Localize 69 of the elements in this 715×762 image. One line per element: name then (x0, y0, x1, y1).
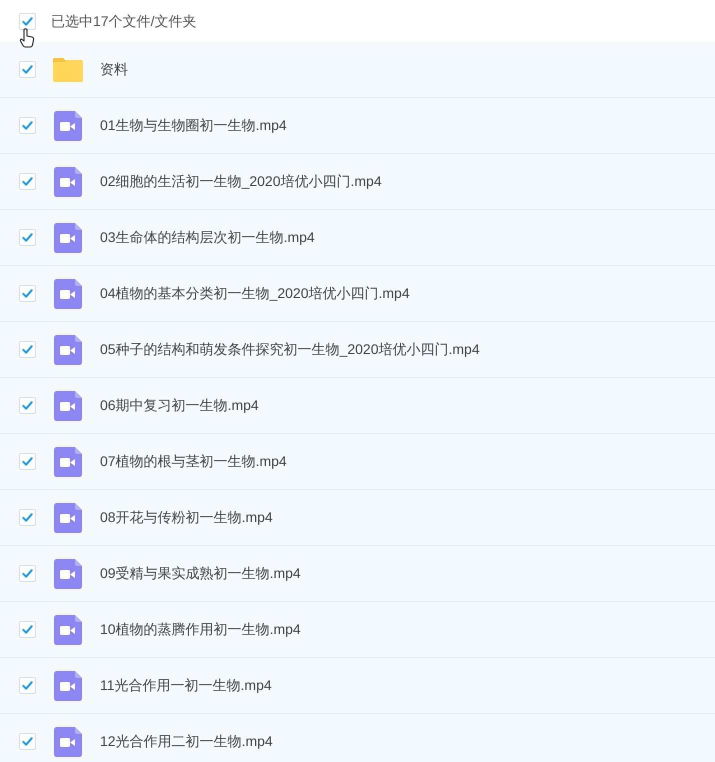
file-row[interactable]: 资料 (0, 42, 715, 98)
file-row[interactable]: 12光合作用二初一生物.mp4 (0, 714, 715, 762)
file-name: 10植物的蒸腾作用初一生物.mp4 (100, 620, 301, 639)
checkmark-icon (22, 512, 33, 523)
file-name: 09受精与果实成熟初一生物.mp4 (100, 564, 301, 583)
checkmark-icon (22, 568, 33, 579)
checkbox[interactable] (19, 453, 36, 470)
checkbox[interactable] (19, 173, 36, 190)
checkbox[interactable] (19, 677, 36, 694)
file-row[interactable]: 06期中复习初一生物.mp4 (0, 378, 715, 434)
file-name: 04植物的基本分类初一生物_2020培优小四门.mp4 (100, 284, 410, 303)
file-row[interactable]: 10植物的蒸腾作用初一生物.mp4 (0, 602, 715, 658)
file-name: 06期中复习初一生物.mp4 (100, 396, 259, 415)
checkmark-icon (22, 288, 33, 299)
file-name: 12光合作用二初一生物.mp4 (100, 732, 273, 751)
checkmark-icon (22, 120, 33, 131)
file-name: 05种子的结构和萌发条件探究初一生物_2020培优小四门.mp4 (100, 340, 480, 359)
file-name: 02细胞的生活初一生物_2020培优小四门.mp4 (100, 172, 382, 191)
checkmark-icon (22, 624, 33, 635)
checkmark-icon (22, 456, 33, 467)
hand-cursor-icon (19, 27, 35, 49)
video-file-icon (54, 390, 82, 420)
checkbox[interactable] (19, 12, 36, 30)
checkbox[interactable] (19, 285, 36, 302)
checkmark-icon (22, 232, 33, 243)
checkbox[interactable] (19, 61, 36, 78)
checkbox[interactable] (19, 229, 36, 246)
file-row[interactable]: 04植物的基本分类初一生物_2020培优小四门.mp4 (0, 266, 715, 322)
checkmark-icon (22, 736, 33, 747)
file-name: 07植物的根与茎初一生物.mp4 (100, 452, 287, 471)
video-file-icon (54, 726, 82, 756)
selection-count: 已选中17个文件/文件夹 (51, 12, 196, 30)
checkbox[interactable] (19, 565, 36, 582)
folder-icon (52, 56, 84, 82)
video-file-icon (54, 670, 82, 700)
video-file-icon (54, 110, 82, 140)
checkmark-icon (22, 64, 33, 75)
checkbox[interactable] (19, 117, 36, 134)
checkbox[interactable] (19, 397, 36, 414)
file-row[interactable]: 01生物与生物圈初一生物.mp4 (0, 98, 715, 154)
checkmark-icon (22, 400, 33, 411)
file-name: 03生命体的结构层次初一生物.mp4 (100, 228, 315, 247)
video-file-icon (54, 166, 82, 196)
video-file-icon (54, 278, 82, 308)
file-name: 资料 (100, 60, 128, 79)
checkmark-icon (22, 176, 33, 187)
file-row[interactable]: 11光合作用一初一生物.mp4 (0, 658, 715, 714)
file-row[interactable]: 07植物的根与茎初一生物.mp4 (0, 434, 715, 490)
video-file-icon (54, 558, 82, 588)
video-file-icon (54, 222, 82, 252)
video-file-icon (54, 502, 82, 532)
video-file-icon (54, 334, 82, 364)
file-name: 08开花与传粉初一生物.mp4 (100, 508, 273, 527)
file-name: 11光合作用一初一生物.mp4 (100, 676, 272, 695)
file-name: 01生物与生物圈初一生物.mp4 (100, 116, 287, 135)
file-row[interactable]: 03生命体的结构层次初一生物.mp4 (0, 210, 715, 266)
checkmark-icon (22, 344, 33, 355)
video-file-icon (54, 614, 82, 644)
checkbox[interactable] (19, 341, 36, 358)
file-row[interactable]: 05种子的结构和萌发条件探究初一生物_2020培优小四门.mp4 (0, 322, 715, 378)
file-row[interactable]: 09受精与果实成熟初一生物.mp4 (0, 546, 715, 602)
checkbox[interactable] (19, 621, 36, 638)
file-row[interactable]: 02细胞的生活初一生物_2020培优小四门.mp4 (0, 154, 715, 210)
video-file-icon (54, 446, 82, 476)
checkmark-icon (22, 680, 33, 691)
file-row[interactable]: 08开花与传粉初一生物.mp4 (0, 490, 715, 546)
checkbox[interactable] (19, 509, 36, 526)
checkbox[interactable] (19, 733, 36, 750)
checkmark-icon (22, 16, 33, 26)
